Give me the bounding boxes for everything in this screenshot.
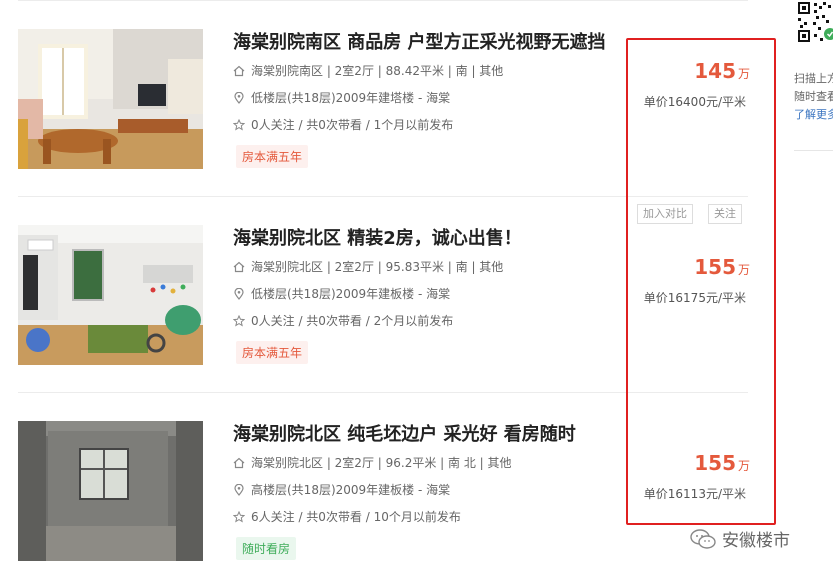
- qr-code-icon[interactable]: [796, 0, 833, 46]
- watermark-text: 安徽楼市: [722, 531, 790, 551]
- listing-3-title[interactable]: 海棠别院北区 纯毛坯边户 采光好 看房随时: [233, 420, 576, 446]
- listing-2-tag: 房本满五年: [236, 341, 309, 364]
- learn-more-link[interactable]: 了解更多: [794, 106, 833, 122]
- listing-2-floor: 低楼层(共18层)2009年建板楼 - 海棠: [233, 285, 450, 302]
- location-pin-icon: [234, 483, 244, 496]
- watermark: 安徽楼市: [690, 526, 790, 551]
- star-icon: [233, 314, 245, 327]
- listing-2-photo[interactable]: [18, 225, 203, 365]
- location-pin-icon: [234, 287, 244, 300]
- listing-2-follow: 0人关注 / 共0次带看 / 2个月以前发布: [233, 312, 453, 329]
- star-icon: [233, 510, 245, 523]
- listing-1-info-text: 海棠别院南区 | 2室2厅 | 88.42平米 | 南 | 其他: [251, 64, 504, 78]
- scan-hint-line1: 扫描上方: [794, 72, 833, 85]
- wechat-logo-icon: [690, 528, 716, 549]
- listing-1-floor-text: 低楼层(共18层)2009年建塔楼 - 海棠: [251, 91, 451, 105]
- listing-1-tag: 房本满五年: [236, 145, 309, 168]
- listing-2-title[interactable]: 海棠别院北区 精装2房，诚心出售！: [233, 224, 522, 250]
- sidebar-qr-panel: 扫描上方 随时查看 了解更多: [790, 0, 833, 160]
- listing-1-photo[interactable]: [18, 29, 203, 169]
- home-icon: [233, 261, 245, 272]
- listing-1-title[interactable]: 海棠别院南区 商品房 户型方正采光视野无遮挡: [233, 28, 606, 54]
- location-pin-icon: [234, 91, 244, 104]
- price-column-highlight: [626, 38, 776, 525]
- listing-2-info: 海棠别院北区 | 2室2厅 | 95.83平米 | 南 | 其他: [233, 258, 503, 275]
- listing-3-info: 海棠别院北区 | 2室2厅 | 96.2平米 | 南 北 | 其他: [233, 454, 512, 471]
- divider: [18, 0, 748, 1]
- listing-2-floor-text: 低楼层(共18层)2009年建板楼 - 海棠: [251, 287, 451, 301]
- listing-3-photo[interactable]: [18, 421, 203, 561]
- home-icon: [233, 65, 245, 76]
- listing-3-follow: 6人关注 / 共0次带看 / 10个月以前发布: [233, 508, 461, 525]
- listing-2-follow-text: 0人关注 / 共0次带看 / 2个月以前发布: [251, 314, 454, 328]
- star-icon: [233, 118, 245, 131]
- listing-1-floor: 低楼层(共18层)2009年建塔楼 - 海棠: [233, 89, 450, 106]
- listing-3-tag: 随时看房: [236, 537, 297, 560]
- listing-1-follow-text: 0人关注 / 共0次带看 / 1个月以前发布: [251, 118, 454, 132]
- scan-hint-line2: 随时查看: [794, 90, 833, 103]
- listing-3-follow-text: 6人关注 / 共0次带看 / 10个月以前发布: [251, 510, 461, 524]
- listing-1-follow: 0人关注 / 共0次带看 / 1个月以前发布: [233, 116, 453, 133]
- listing-1-info: 海棠别院南区 | 2室2厅 | 88.42平米 | 南 | 其他: [233, 62, 503, 79]
- listing-3-info-text: 海棠别院北区 | 2室2厅 | 96.2平米 | 南 北 | 其他: [251, 456, 512, 470]
- listing-3-floor-text: 高楼层(共18层)2009年建板楼 - 海棠: [251, 483, 451, 497]
- home-icon: [233, 457, 245, 468]
- divider: [794, 150, 833, 151]
- listing-2-info-text: 海棠别院北区 | 2室2厅 | 95.83平米 | 南 | 其他: [251, 260, 504, 274]
- listing-3-floor: 高楼层(共18层)2009年建板楼 - 海棠: [233, 481, 450, 498]
